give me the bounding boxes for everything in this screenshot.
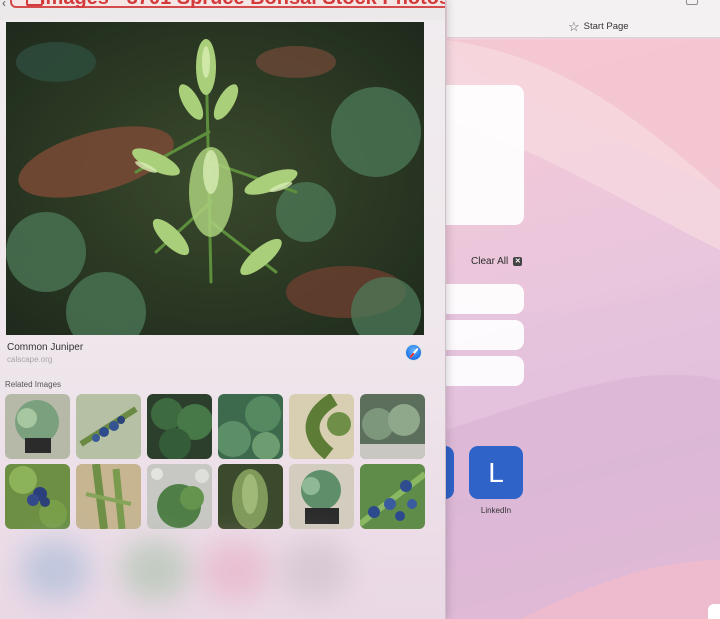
blurred-reflection — [280, 540, 350, 600]
related-image-thumbnail[interactable] — [76, 394, 141, 459]
tab-start-page-label: Start Page — [583, 20, 629, 32]
image-title: Common Juniper — [7, 342, 84, 353]
image-source[interactable]: calscape.org — [7, 355, 52, 364]
related-image-thumbnail[interactable] — [289, 394, 354, 459]
window-button[interactable] — [686, 0, 698, 5]
safari-compass-icon[interactable] — [405, 344, 422, 361]
blurred-reflection — [200, 540, 270, 600]
related-image-thumbnail[interactable] — [5, 464, 70, 529]
related-image-thumbnail[interactable] — [360, 464, 425, 529]
clear-all-button[interactable]: Clear All ✕ — [471, 256, 523, 267]
related-image-thumbnail[interactable] — [147, 464, 212, 529]
blurred-reflection — [120, 540, 190, 600]
related-image-thumbnail[interactable] — [218, 394, 283, 459]
related-image-thumbnail[interactable] — [289, 464, 354, 529]
related-images-heading: Related Images — [5, 380, 62, 389]
favorite-tile-linkedin[interactable]: L — [469, 446, 523, 499]
related-image-thumbnail[interactable] — [76, 464, 141, 529]
panel-title: Images - 3701 Spruce Bonsai Stock Photos… — [40, 0, 445, 8]
settings-button[interactable] — [708, 604, 720, 619]
related-image-thumbnail[interactable] — [218, 464, 283, 529]
close-icon: ✕ — [513, 257, 523, 266]
star-icon: ☆ — [568, 18, 580, 34]
main-image[interactable] — [6, 22, 424, 335]
favorite-letter: L — [488, 456, 504, 488]
related-image-thumbnail[interactable] — [147, 394, 212, 459]
tab-start-page[interactable]: ☆ Start Page — [568, 18, 629, 34]
related-image-thumbnail[interactable] — [360, 394, 425, 459]
related-image-thumbnail[interactable] — [5, 394, 70, 459]
blurred-reflection — [20, 540, 90, 600]
back-chevron-icon[interactable]: ‹ — [2, 0, 6, 10]
images-panel: ‹ Images - 3701 Spruce Bonsai Stock Phot… — [0, 0, 446, 619]
clear-all-label: Clear All — [471, 256, 509, 267]
favorite-label-linkedin: LinkedIn — [480, 506, 512, 515]
